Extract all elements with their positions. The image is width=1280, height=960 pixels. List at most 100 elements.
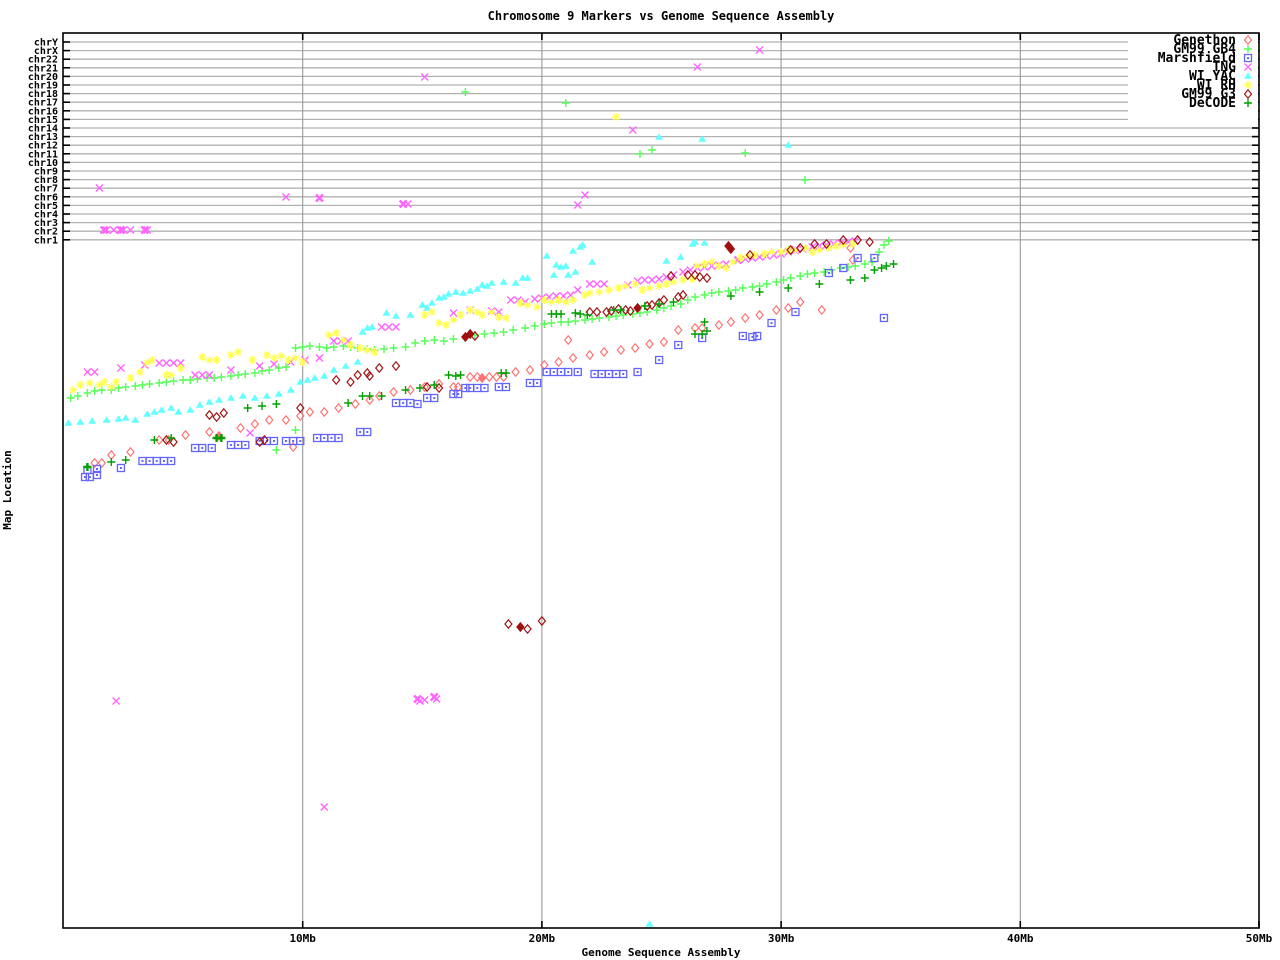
scatter-point (502, 369, 511, 377)
scatter-point (767, 318, 776, 328)
scatter-point (205, 426, 214, 438)
scatter-point (561, 99, 570, 107)
scatter-point (542, 252, 551, 259)
scatter-point (755, 288, 764, 296)
scatter-point (458, 289, 467, 296)
series-gm99-gb4 (66, 88, 893, 454)
scatter-point (190, 443, 200, 453)
scatter-point (655, 282, 664, 290)
scatter-point (346, 341, 355, 349)
scatter-point (817, 304, 827, 316)
scatter-point (523, 623, 532, 635)
scatter-point (784, 141, 793, 148)
scatter-point (633, 367, 642, 377)
scatter-point (549, 367, 559, 377)
scatter-point (502, 314, 511, 322)
scatter-point (325, 331, 334, 339)
scatter-point (430, 336, 439, 344)
scatter-point (207, 443, 216, 453)
scatter-point (380, 345, 389, 353)
chromosome-row-labels: chrYchrXchr22chr21chr20chr19chr18chr17ch… (28, 38, 58, 247)
scatter-point (879, 313, 889, 323)
scatter-point (714, 319, 724, 331)
scatter-point (516, 621, 525, 633)
scatter-point (320, 372, 329, 379)
scatter-point (621, 282, 630, 290)
series-tng (83, 46, 860, 811)
scatter-point (865, 236, 874, 248)
scatter-point (795, 296, 805, 308)
y-axis-label: Map Location (1, 450, 14, 529)
scatter-point (355, 427, 365, 437)
scatter-point (604, 286, 613, 294)
scatter-point (198, 353, 207, 361)
scatter-point (272, 400, 281, 408)
scatter-point (456, 311, 465, 319)
scatter-point (298, 343, 307, 351)
scatter-point (427, 299, 436, 306)
scatter-point (233, 440, 243, 450)
scatter-point (315, 193, 324, 203)
scatter-point (73, 392, 82, 400)
scatter-point (784, 284, 793, 292)
scatter-point (801, 176, 810, 184)
scatter-point (391, 312, 400, 319)
scatter-point (186, 406, 195, 413)
scatter-point (358, 392, 367, 400)
scatter-point (411, 339, 420, 347)
scatter-point (152, 456, 161, 466)
scatter-point (722, 264, 731, 272)
scatter-point (319, 406, 329, 418)
scatter-point (145, 380, 154, 388)
scatter-point (305, 406, 315, 418)
scatter-point (264, 414, 274, 426)
scatter-point (554, 296, 563, 304)
scatter-point (167, 371, 176, 379)
chr-label-chr1: chr1 (34, 235, 58, 246)
scatter-point (274, 390, 283, 397)
scatter-point (449, 309, 458, 317)
scatter-point (504, 618, 513, 630)
scatter-point (377, 323, 386, 331)
scatter-point (461, 88, 470, 96)
scatter-point (391, 360, 401, 372)
scatter-points (64, 46, 898, 927)
scatter-point (860, 260, 869, 268)
scatter-point (332, 329, 341, 337)
scatter-point (262, 351, 271, 359)
scatter-point (662, 280, 671, 288)
scatter-point (262, 392, 271, 399)
scatter-point (487, 308, 496, 316)
scatter-point (255, 362, 264, 370)
scatter-point (647, 276, 656, 284)
scatter-point (561, 298, 570, 306)
x-tick-label: 10Mb (289, 932, 316, 945)
scatter-point (557, 310, 566, 318)
scatter-point (525, 364, 535, 376)
scatter-point (466, 306, 475, 314)
scatter-point (501, 382, 511, 392)
scatter-point (155, 359, 164, 367)
scatter-point (80, 472, 90, 482)
scatter-point (516, 299, 525, 307)
scatter-point (564, 367, 573, 377)
scatter-point (334, 402, 343, 414)
scatter-point (334, 433, 343, 443)
scatter-point (700, 291, 709, 299)
scatter-point (389, 344, 398, 352)
scatter-point (315, 343, 324, 351)
scatter-point (700, 260, 709, 268)
scatter-point (588, 258, 597, 265)
scatter-point (432, 695, 441, 703)
scatter-point (363, 367, 372, 379)
scatter-point (540, 296, 549, 304)
scatter-point (241, 370, 250, 378)
scatter-point (614, 284, 623, 292)
scatter-point (248, 356, 257, 364)
scatter-point (597, 369, 606, 379)
scatter-point (83, 463, 92, 471)
scatter-point (777, 248, 786, 256)
scatter-point (219, 407, 229, 419)
scatter-point (391, 398, 401, 408)
scatter-point (159, 456, 169, 466)
